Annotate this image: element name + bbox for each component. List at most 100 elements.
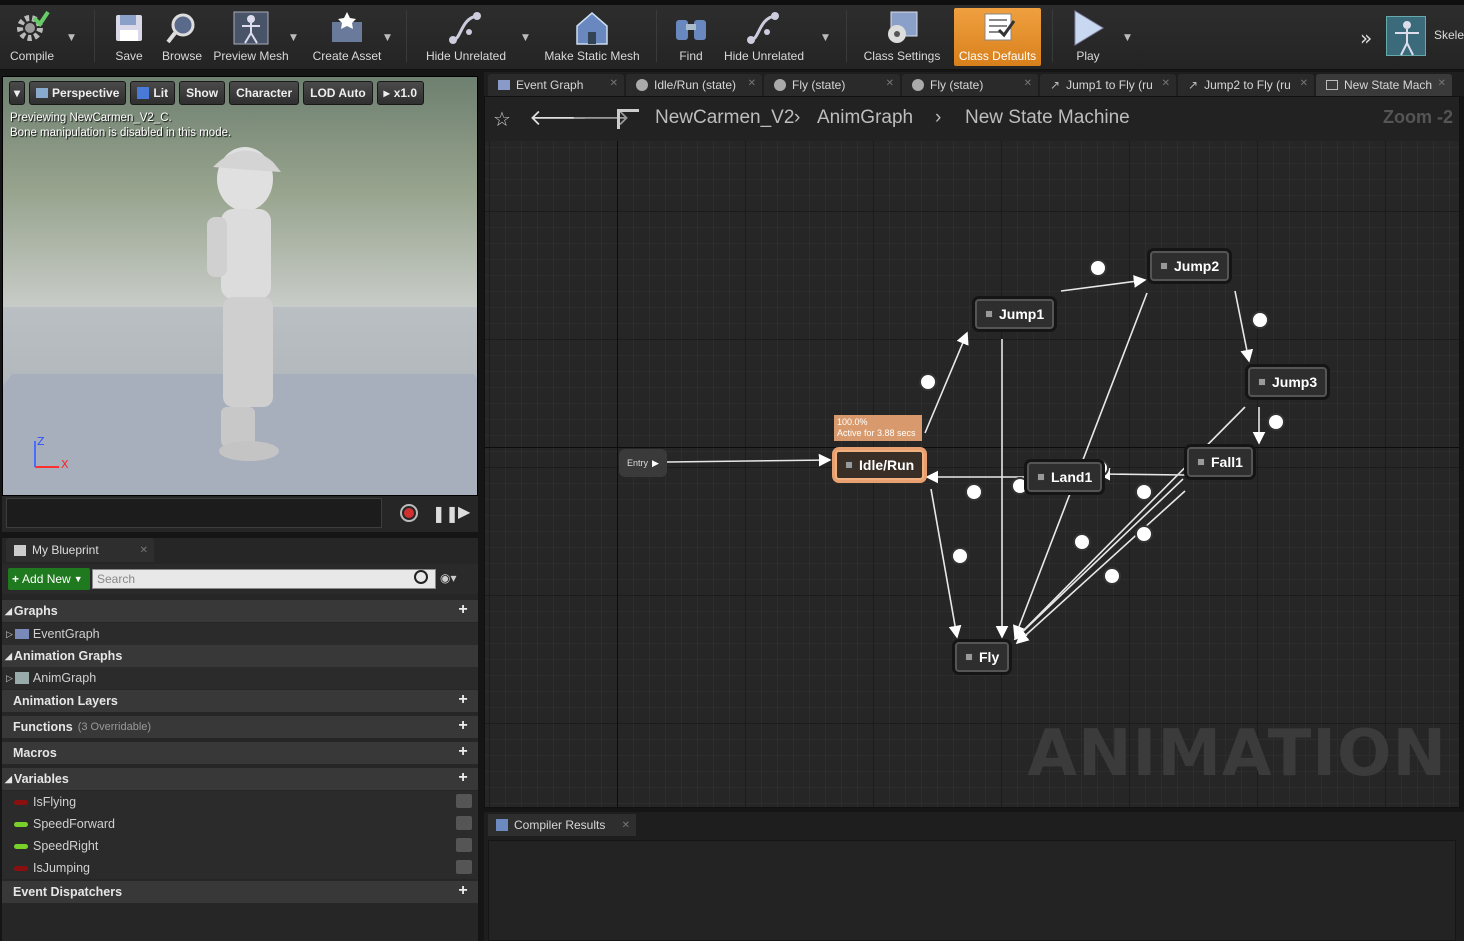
transition-rule-icon[interactable]	[1089, 259, 1107, 277]
hide-unrelated-arrow-2[interactable]: ▼	[822, 33, 829, 43]
transition-rule-icon[interactable]	[919, 373, 937, 391]
visibility-toggle[interactable]	[456, 794, 472, 808]
visibility-toggle[interactable]	[456, 860, 472, 874]
transition-rule-icon[interactable]	[965, 483, 983, 501]
eye-icon[interactable]: ◉▾	[440, 571, 457, 585]
variable-row[interactable]: SpeedRight	[2, 835, 478, 857]
hide-unrelated-arrow[interactable]: ▼	[522, 33, 529, 43]
find-button[interactable]: Find	[668, 8, 714, 66]
play-options-arrow[interactable]: ▼	[1124, 33, 1131, 43]
state-node-fall1[interactable]: Fall1	[1187, 447, 1253, 477]
preview-mesh-arrow[interactable]: ▼	[290, 33, 297, 43]
state-node-jump3[interactable]: Jump3	[1248, 367, 1328, 397]
character-button[interactable]: Character	[229, 81, 300, 105]
transition-rule-icon[interactable]	[1251, 311, 1269, 329]
visibility-toggle[interactable]	[456, 838, 472, 852]
transition-rule-icon[interactable]	[951, 547, 969, 565]
tab-idle-run-state[interactable]: Idle/Run (state) ✕	[626, 74, 762, 96]
browse-button[interactable]: Browse	[158, 8, 206, 66]
viewport-menu-button[interactable]: ▾	[9, 81, 26, 105]
close-icon[interactable]: ✕	[610, 78, 618, 89]
hide-unrelated-button-2[interactable]: Hide Unrelated	[720, 8, 808, 66]
tab-fly-state-2[interactable]: Fly (state) ✕	[902, 74, 1038, 96]
variables-category[interactable]: ◢ Variables +	[2, 768, 478, 790]
add-new-button[interactable]: + Add New ▼	[8, 568, 90, 590]
tab-jump1-to-fly[interactable]: ↗ Jump1 to Fly (ru ✕	[1040, 74, 1176, 96]
macros-category[interactable]: Macros +	[2, 742, 478, 764]
lod-button[interactable]: LOD Auto	[303, 81, 373, 105]
transition-rule-icon[interactable]	[1103, 567, 1121, 585]
blueprint-search-input[interactable]: Search	[92, 569, 436, 589]
preview-mesh-button[interactable]: Preview Mesh	[210, 8, 292, 66]
state-pin-icon	[1197, 458, 1205, 466]
close-icon[interactable]: ✕	[622, 820, 630, 831]
close-icon[interactable]: ✕	[886, 78, 894, 89]
transition-rule-icon[interactable]	[1135, 525, 1153, 543]
record-button[interactable]	[400, 504, 418, 522]
animation-layers-category[interactable]: Animation Layers +	[2, 690, 478, 712]
speed-icon: ▸	[383, 86, 390, 100]
tab-fly-state[interactable]: Fly (state) ✕	[764, 74, 900, 96]
add-variable-button[interactable]: +	[456, 770, 470, 786]
anim-graph-item[interactable]: ▷ AnimGraph	[2, 667, 478, 689]
add-dispatcher-button[interactable]: +	[456, 883, 470, 899]
make-static-mesh-button[interactable]: Make Static Mesh	[544, 8, 640, 66]
perspective-button[interactable]: Perspective	[29, 81, 127, 105]
my-blueprint-tab[interactable]: My Blueprint ✕	[6, 538, 154, 562]
overflow-chevron-icon[interactable]: »	[1360, 26, 1372, 50]
close-icon[interactable]: ✕	[1438, 78, 1446, 89]
save-button[interactable]: Save	[106, 8, 152, 66]
tab-jump2-to-fly[interactable]: ↗ Jump2 to Fly (ru ✕	[1178, 74, 1314, 96]
compiler-results-tab[interactable]: Compiler Results ✕	[488, 814, 636, 836]
close-icon[interactable]: ✕	[1162, 78, 1170, 89]
skeleton-mode-label[interactable]: Skelet	[1434, 28, 1464, 42]
add-graph-button[interactable]: +	[456, 602, 470, 618]
add-function-button[interactable]: +	[456, 718, 470, 734]
timeline-scrubber[interactable]	[6, 498, 382, 528]
functions-category[interactable]: Functions (3 Overridable) +	[2, 716, 478, 738]
transition-rule-icon[interactable]	[1135, 483, 1153, 501]
close-icon[interactable]: ✕	[1300, 78, 1308, 89]
event-dispatchers-category[interactable]: Event Dispatchers +	[2, 881, 478, 903]
state-node-idle-run[interactable]: Idle/Run	[835, 450, 925, 480]
state-machine-graph[interactable]: ☆ 🡐 🡒 NewCarmen_V2 › AnimGraph › New Sta…	[484, 96, 1460, 808]
variable-row[interactable]: IsJumping	[2, 857, 478, 879]
add-macro-button[interactable]: +	[456, 744, 470, 760]
variable-name: IsJumping	[33, 861, 90, 875]
tab-event-graph[interactable]: Event Graph ✕	[488, 74, 624, 96]
expand-icon: ▷	[6, 672, 13, 683]
event-graph-item[interactable]: ▷ EventGraph	[2, 623, 478, 645]
class-defaults-button[interactable]: Class Defaults	[954, 8, 1041, 66]
create-asset-button[interactable]: Create Asset	[310, 8, 384, 66]
close-icon[interactable]: ✕	[140, 545, 148, 556]
animation-graphs-category[interactable]: ◢ Animation Graphs	[2, 645, 478, 667]
skeleton-mode-icon[interactable]	[1386, 16, 1426, 56]
show-button[interactable]: Show	[179, 81, 226, 105]
close-icon[interactable]: ✕	[1024, 78, 1032, 89]
state-node-land1[interactable]: Land1	[1027, 462, 1103, 492]
hide-unrelated-button[interactable]: Hide Unrelated	[422, 8, 510, 66]
tab-new-state-machine[interactable]: New State Mach ✕	[1316, 74, 1452, 96]
visibility-toggle[interactable]	[456, 816, 472, 830]
transition-rule-icon[interactable]	[1267, 413, 1285, 431]
variable-row[interactable]: IsFlying	[2, 791, 478, 813]
state-node-jump1[interactable]: Jump1	[975, 299, 1055, 329]
entry-node[interactable]: Entry ▶	[619, 449, 667, 477]
compile-button[interactable]: Compile	[4, 8, 60, 66]
graphs-category[interactable]: ◢ Graphs +	[2, 600, 478, 622]
class-settings-button[interactable]: Class Settings	[860, 8, 944, 66]
state-node-fly[interactable]: Fly	[955, 642, 1010, 672]
pause-icon[interactable]: ❚❚	[432, 504, 459, 523]
play-button[interactable]: Play	[1064, 8, 1112, 66]
close-icon[interactable]: ✕	[748, 78, 756, 89]
preview-viewport[interactable]: ▾ Perspective Lit Show Character LOD Aut…	[2, 76, 478, 496]
playback-speed-button[interactable]: ▸ x1.0	[376, 81, 425, 105]
add-layer-button[interactable]: +	[456, 692, 470, 708]
transition-rule-icon[interactable]	[1073, 533, 1091, 551]
lit-button[interactable]: Lit	[130, 81, 176, 105]
create-asset-arrow[interactable]: ▼	[384, 33, 391, 43]
state-node-jump2[interactable]: Jump2	[1150, 251, 1230, 281]
step-forward-icon[interactable]: ▶	[458, 502, 470, 521]
compile-options-arrow[interactable]: ▼	[68, 33, 75, 43]
variable-row[interactable]: SpeedForward	[2, 813, 478, 835]
